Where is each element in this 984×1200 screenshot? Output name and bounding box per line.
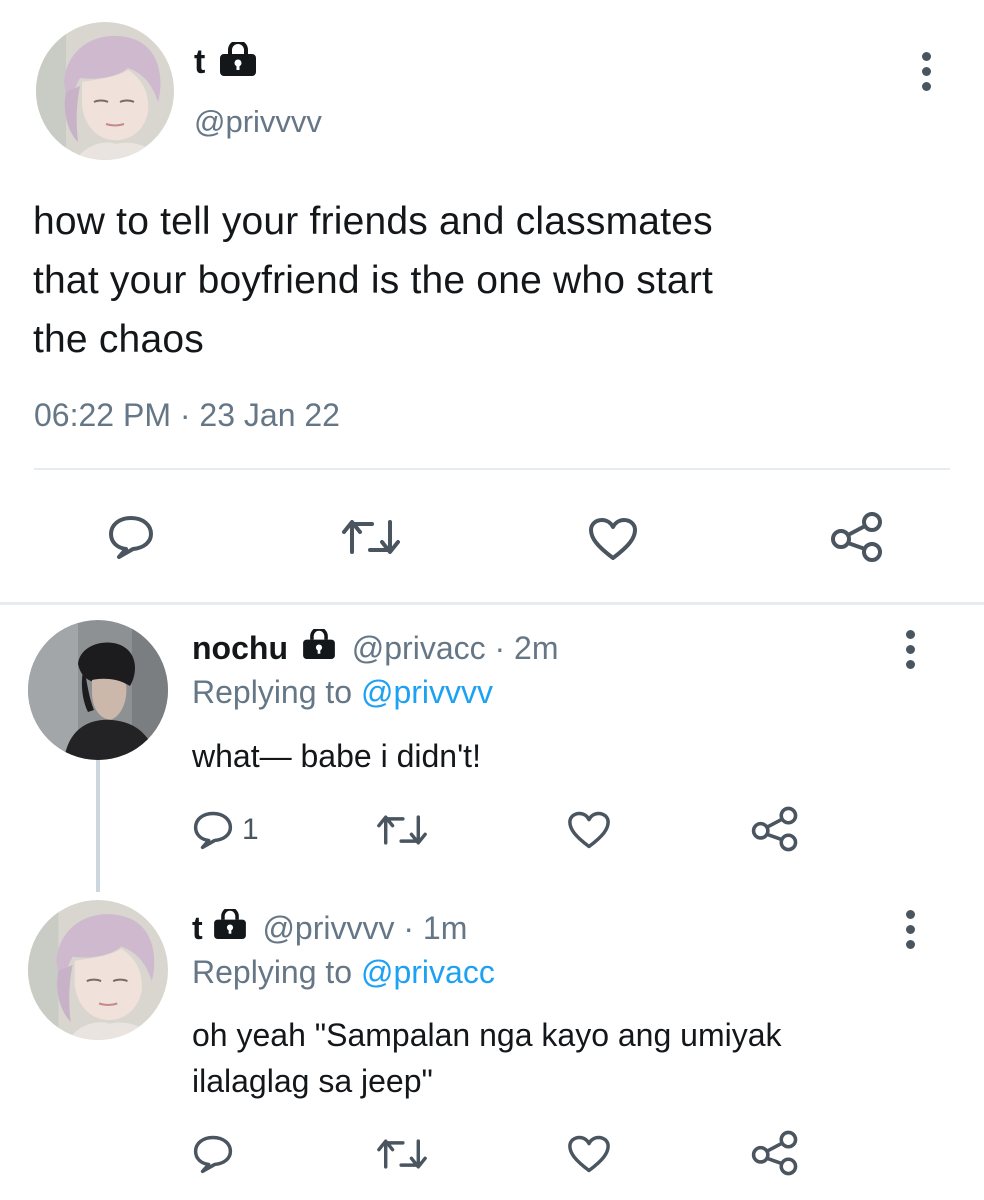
reply-text: what— babe i didn't!	[192, 734, 481, 778]
more-vertical-icon[interactable]	[920, 52, 932, 97]
share-button[interactable]	[750, 1130, 800, 1176]
thread-line	[96, 760, 100, 892]
avatar-image	[28, 900, 168, 1040]
avatar[interactable]	[36, 22, 174, 160]
retweet-icon	[377, 815, 427, 845]
display-name[interactable]: nochu	[192, 630, 288, 666]
reply-text: oh yeah "Sampalan nga kayo ang umiyak il…	[192, 1012, 782, 1104]
lock-icon	[218, 42, 258, 76]
reply-count: 1	[242, 813, 259, 846]
share-button[interactable]	[750, 806, 800, 852]
share-icon	[751, 806, 798, 852]
share-button[interactable]	[829, 512, 885, 562]
share-icon	[751, 1130, 798, 1176]
avatar-image	[28, 620, 168, 760]
time-ago[interactable]: · 1m	[403, 910, 467, 946]
replying-to-label: Replying to	[192, 954, 353, 990]
retweet-button[interactable]	[375, 1136, 429, 1172]
handle[interactable]: @privacc	[352, 630, 486, 666]
reply-button[interactable]: 1	[192, 810, 259, 850]
retweet-button[interactable]	[340, 516, 402, 558]
retweet-icon	[377, 1139, 427, 1169]
more-vertical-icon[interactable]	[904, 910, 916, 955]
lock-icon	[301, 629, 337, 659]
time-ago[interactable]: · 2m	[495, 630, 559, 666]
replying-to-handle[interactable]: @privacc	[361, 954, 495, 990]
reply-icon	[193, 811, 233, 850]
reply-button[interactable]	[192, 1134, 234, 1174]
tweet-text-line: that your boyfriend is the one who start	[33, 259, 714, 302]
avatar-image	[36, 22, 174, 160]
handle[interactable]: @privvvv	[194, 104, 322, 140]
timestamp[interactable]: 06:22 PM · 23 Jan 22	[34, 397, 340, 434]
like-button[interactable]	[566, 810, 612, 850]
divider	[34, 468, 950, 470]
avatar[interactable]	[28, 620, 168, 760]
tweet-text: how to tell your friends and classmates …	[33, 192, 713, 369]
replying-to: Replying to @privacc	[192, 952, 495, 992]
display-name[interactable]: t	[194, 44, 205, 80]
heart-icon	[568, 1135, 610, 1173]
tweet-text-line: how to tell your friends and classmates	[33, 200, 713, 243]
like-button[interactable]	[587, 516, 639, 562]
lock-icon	[212, 909, 248, 939]
section-divider	[0, 602, 984, 605]
reply-text-line: what— babe i didn't!	[192, 738, 481, 774]
retweet-button[interactable]	[375, 812, 429, 848]
replying-to-handle[interactable]: @privvvv	[361, 674, 493, 710]
reply-header: nochu @privacc · 2m	[192, 628, 559, 668]
display-name-text: t	[194, 43, 206, 81]
reply-icon	[109, 516, 153, 559]
tweet-text-line: the chaos	[33, 318, 204, 361]
reply-text-line: ilalaglag sa jeep"	[192, 1063, 433, 1099]
reply-header: t @privvvv · 1m	[192, 908, 467, 948]
replying-to: Replying to @privvvv	[192, 672, 493, 712]
reply-icon	[193, 1135, 233, 1174]
heart-icon	[589, 518, 637, 560]
retweet-icon	[342, 520, 400, 554]
avatar[interactable]	[28, 900, 168, 1040]
reply-text-line: oh yeah "Sampalan nga kayo ang umiyak	[192, 1017, 782, 1053]
display-name[interactable]: t	[192, 910, 203, 946]
more-vertical-icon[interactable]	[904, 630, 916, 675]
heart-icon	[568, 811, 610, 849]
reply-button[interactable]	[107, 514, 155, 560]
replying-to-label: Replying to	[192, 674, 353, 710]
handle[interactable]: @privvvv	[262, 910, 394, 946]
like-button[interactable]	[566, 1134, 612, 1174]
share-icon	[831, 512, 882, 562]
